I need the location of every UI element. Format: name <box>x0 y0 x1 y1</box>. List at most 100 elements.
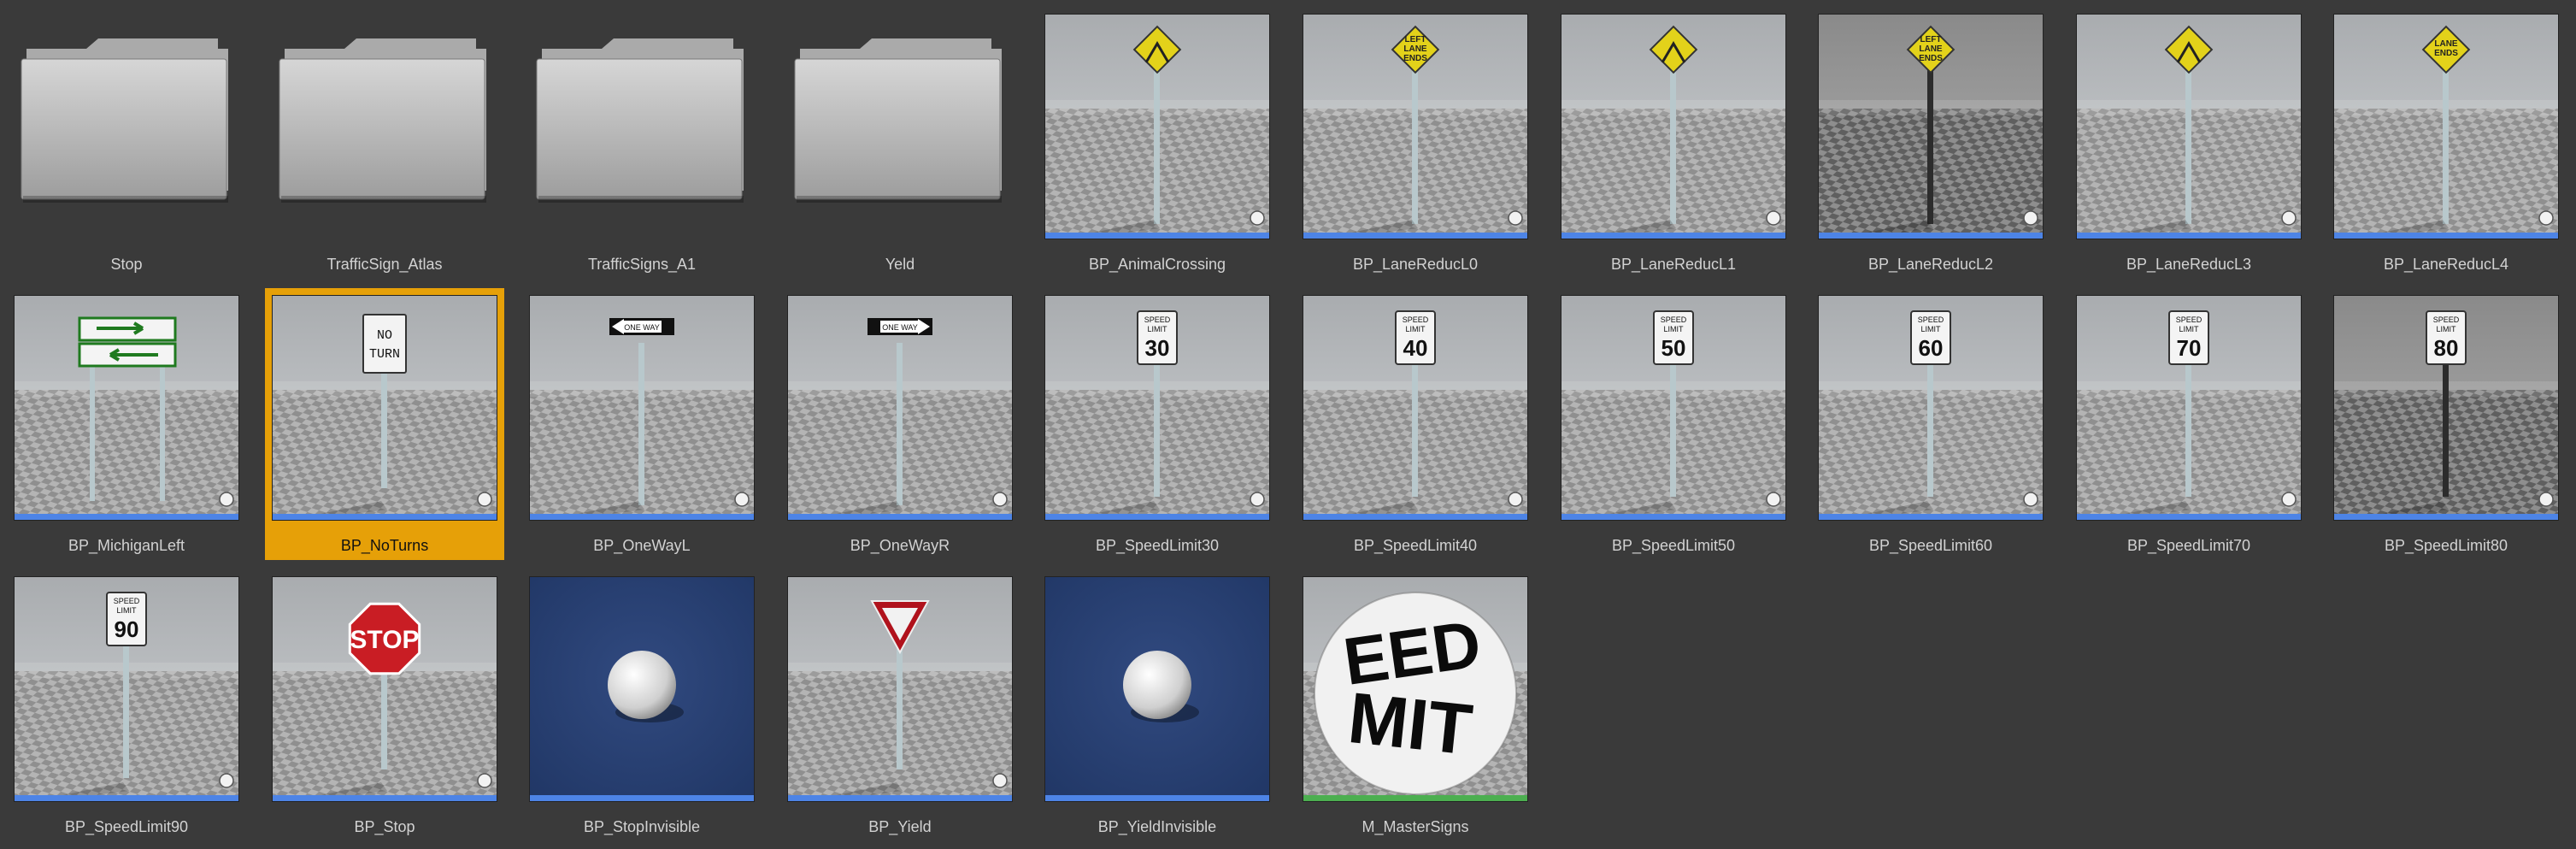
asset-label: BP_OneWayL <box>593 537 691 554</box>
asset-thumbnail <box>1561 14 1786 239</box>
asset-label: Stop <box>110 256 143 273</box>
asset-tile-bp-speedlimit60[interactable]: SPEED LIMIT 60 BP_SpeedLimit60 <box>1811 288 2050 560</box>
asset-thumbnail: SPEED LIMIT 80 <box>2333 295 2559 521</box>
asset-label: TrafficSigns_A1 <box>587 256 697 273</box>
asset-tile-bp-speedlimit70[interactable]: SPEED LIMIT 70 BP_SpeedLimit70 <box>2069 288 2308 560</box>
svg-text:ENDS: ENDS <box>1919 54 1943 63</box>
blueprint-type-strip <box>1045 233 1269 239</box>
blueprint-type-strip <box>1819 233 2043 239</box>
blueprint-type-strip <box>1561 514 1785 520</box>
asset-label: TrafficSign_Atlas <box>326 256 443 273</box>
asset-tile-bp-yield[interactable]: BP_Yield <box>780 569 1020 841</box>
asset-tile-bp-stop[interactable]: STOP BP_Stop <box>265 569 504 841</box>
asset-thumbnail: EED MIT <box>1303 576 1528 802</box>
asset-thumbnail: NO TURN <box>272 295 497 521</box>
asset-thumbnail <box>1044 576 1270 802</box>
svg-text:LIMIT: LIMIT <box>1147 325 1167 333</box>
asset-tile-bp-speedlimit90[interactable]: SPEED LIMIT 90 BP_SpeedLimit90 <box>7 569 246 841</box>
asset-tile-trafficsign-atlas[interactable]: TrafficSign_Atlas <box>265 7 504 279</box>
asset-tile-bp-speedlimit30[interactable]: SPEED LIMIT 30 BP_SpeedLimit30 <box>1038 288 1277 560</box>
asset-thumbnail: SPEED LIMIT 30 <box>1044 295 1270 521</box>
asset-label: BP_SpeedLimit30 <box>1095 537 1220 554</box>
asset-tile-trafficsigns-a1[interactable]: TrafficSigns_A1 <box>522 7 762 279</box>
asset-thumbnail <box>529 576 755 802</box>
svg-text:LANE: LANE <box>2434 39 2458 49</box>
asset-thumbnail: LANE ENDS <box>2333 14 2559 239</box>
asset-label: BP_StopInvisible <box>583 818 701 835</box>
svg-text:STOP: STOP <box>350 626 419 654</box>
asset-label: BP_Stop <box>354 818 415 835</box>
asset-tile-bp-lanereducl1[interactable]: BP_LaneReducL1 <box>1554 7 1793 279</box>
svg-text:LEFT: LEFT <box>1920 35 1942 44</box>
asset-label: BP_LaneReducL3 <box>2126 256 2252 273</box>
folder-icon <box>788 15 1012 239</box>
asset-thumbnail <box>14 295 239 521</box>
svg-text:80: 80 <box>2434 335 2459 361</box>
svg-text:LANE: LANE <box>1403 44 1427 54</box>
asset-tile-bp-lanereducl0[interactable]: LEFT LANE ENDS BP_LaneReducL0 <box>1296 7 1535 279</box>
blueprint-type-strip <box>1561 233 1785 239</box>
asset-tile-bp-stopinvisible[interactable]: BP_StopInvisible <box>522 569 762 841</box>
asset-tile-bp-noturns[interactable]: NO TURN BP_NoTurns <box>265 288 504 560</box>
folder-icon <box>273 15 497 239</box>
asset-tile-bp-animalcrossing[interactable]: BP_AnimalCrossing <box>1038 7 1277 279</box>
asset-tile-bp-onewayl[interactable]: ONE WAY BP_OneWayL <box>522 288 762 560</box>
svg-text:30: 30 <box>1145 335 1170 361</box>
asset-label: BP_LaneReducL1 <box>1610 256 1737 273</box>
blueprint-type-strip <box>1303 233 1527 239</box>
asset-thumbnail: ONE WAY <box>787 295 1013 521</box>
svg-text:SPEED: SPEED <box>1144 315 1171 324</box>
blueprint-type-strip <box>273 514 497 520</box>
blueprint-type-strip <box>2077 514 2301 520</box>
asset-tile-bp-yieldinvisible[interactable]: BP_YieldInvisible <box>1038 569 1277 841</box>
asset-thumbnail <box>2076 14 2302 239</box>
asset-thumbnail: STOP <box>272 576 497 802</box>
asset-thumbnail: LEFT LANE ENDS <box>1303 14 1528 239</box>
svg-text:40: 40 <box>1403 335 1428 361</box>
asset-label: M_MasterSigns <box>1362 818 1469 835</box>
asset-label: BP_LaneReducL0 <box>1352 256 1479 273</box>
asset-tile-yeld[interactable]: Yeld <box>780 7 1020 279</box>
asset-tile-bp-lanereducl4[interactable]: LANE ENDS BP_LaneReducL4 <box>2326 7 2566 279</box>
svg-text:LIMIT: LIMIT <box>1405 325 1426 333</box>
blueprint-type-strip <box>273 795 497 801</box>
content-browser-grid: Stop TrafficSign_Atlas TrafficSigns_A1 Y… <box>0 0 2576 849</box>
svg-text:SPEED: SPEED <box>2176 315 2203 324</box>
asset-tile-stop[interactable]: Stop <box>7 7 246 279</box>
asset-tile-bp-speedlimit40[interactable]: SPEED LIMIT 40 BP_SpeedLimit40 <box>1296 288 1535 560</box>
asset-tile-bp-onewayr[interactable]: ONE WAY BP_OneWayR <box>780 288 1020 560</box>
blueprint-type-strip <box>530 795 754 801</box>
blueprint-type-strip <box>788 795 1012 801</box>
asset-label: BP_Yield <box>868 818 932 835</box>
svg-text:SPEED: SPEED <box>1918 315 1944 324</box>
asset-tile-bp-michiganleft[interactable]: BP_MichiganLeft <box>7 288 246 560</box>
svg-text:SPEED: SPEED <box>2433 315 2460 324</box>
svg-text:ONE WAY: ONE WAY <box>882 323 918 332</box>
svg-text:90: 90 <box>115 616 139 642</box>
asset-label: BP_SpeedLimit40 <box>1353 537 1478 554</box>
asset-tile-bp-speedlimit50[interactable]: SPEED LIMIT 50 BP_SpeedLimit50 <box>1554 288 1793 560</box>
asset-thumbnail: SPEED LIMIT 40 <box>1303 295 1528 521</box>
asset-thumbnail: ONE WAY <box>529 295 755 521</box>
asset-label: BP_SpeedLimit60 <box>1868 537 1993 554</box>
svg-text:SPEED: SPEED <box>1661 315 1687 324</box>
asset-thumbnail <box>1044 14 1270 239</box>
asset-tile-m-mastersigns[interactable]: EED MIT M_MasterSigns <box>1296 569 1535 841</box>
asset-tile-bp-lanereducl3[interactable]: BP_LaneReducL3 <box>2069 7 2308 279</box>
svg-text:ENDS: ENDS <box>1403 54 1427 63</box>
asset-label: BP_SpeedLimit50 <box>1611 537 1736 554</box>
svg-text:50: 50 <box>1661 335 1686 361</box>
svg-text:ENDS: ENDS <box>2434 49 2458 58</box>
asset-thumbnail: SPEED LIMIT 70 <box>2076 295 2302 521</box>
svg-text:60: 60 <box>1919 335 1944 361</box>
blueprint-type-strip <box>1303 514 1527 520</box>
svg-text:70: 70 <box>2177 335 2202 361</box>
asset-thumbnail: SPEED LIMIT 50 <box>1561 295 1786 521</box>
asset-label: BP_MichiganLeft <box>68 537 185 554</box>
blueprint-type-strip <box>788 514 1012 520</box>
asset-thumbnail: SPEED LIMIT 90 <box>14 576 239 802</box>
svg-text:MIT: MIT <box>1344 677 1476 770</box>
asset-tile-bp-lanereducl2[interactable]: LEFT LANE ENDS BP_LaneReducL2 <box>1811 7 2050 279</box>
asset-tile-bp-speedlimit80[interactable]: SPEED LIMIT 80 BP_SpeedLimit80 <box>2326 288 2566 560</box>
folder-icon <box>530 15 754 239</box>
